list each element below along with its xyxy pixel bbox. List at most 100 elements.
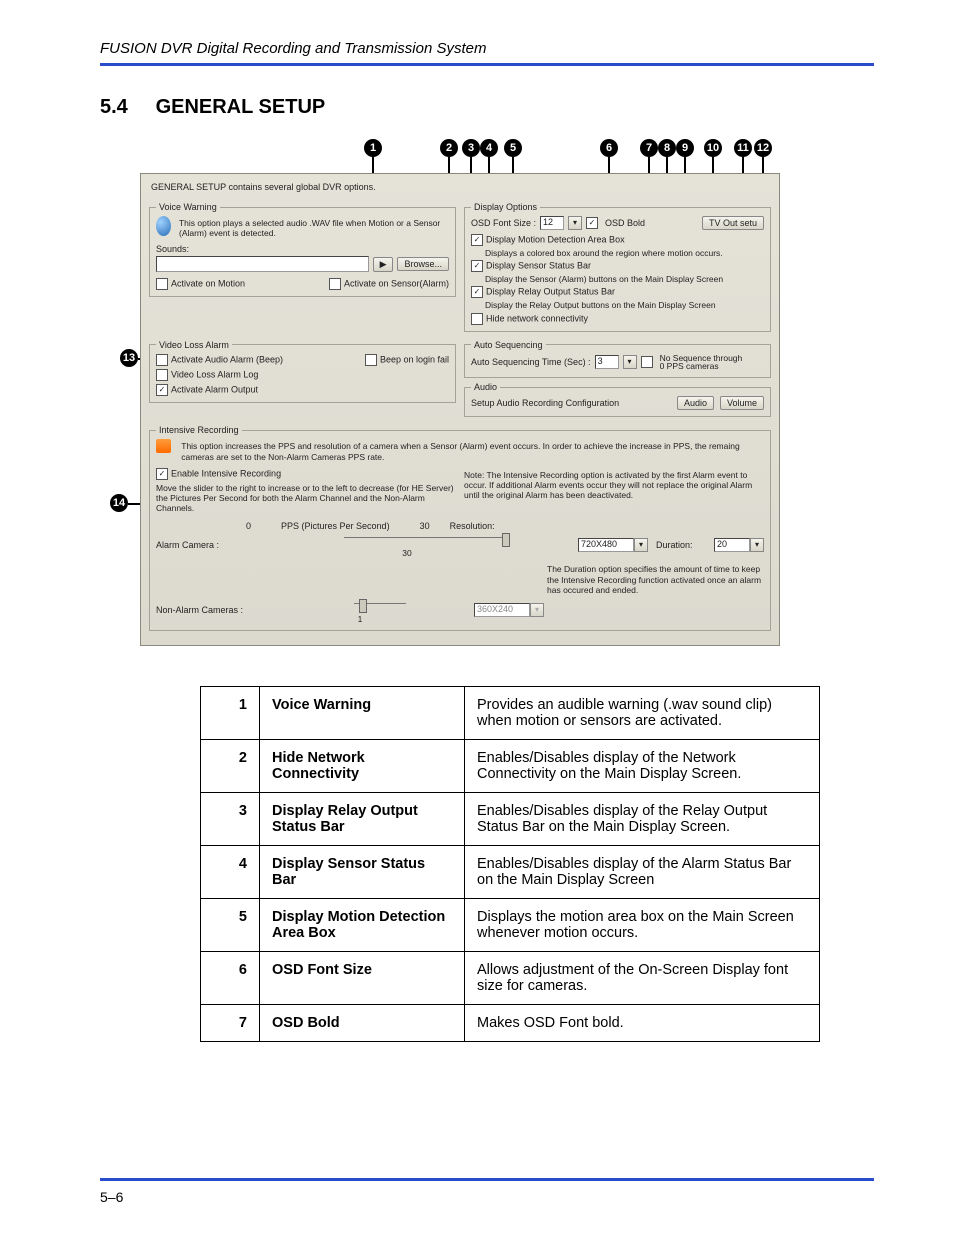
activate-motion-check[interactable] [156,278,168,290]
auto-seq-dropdown[interactable]: ▾ [623,355,637,369]
row-desc: Displays the motion area box on the Main… [465,898,820,951]
non-alarm-slider[interactable] [354,603,406,614]
callout-row: 1 2 3 4 5 6 7 8 9 10 11 12 [100,139,874,167]
pps-0: 0 [246,521,251,531]
non-val: 1 [254,614,466,624]
description-table: 1Voice WarningProvides an audible warnin… [200,686,820,1042]
auto-seq-input[interactable]: 3 [595,355,619,369]
audio-setup-label: Setup Audio Recording Configuration [471,398,619,408]
osd-font-dropdown[interactable]: ▾ [568,216,582,230]
vl-audio-check[interactable] [156,354,168,366]
no-seq-l2: 0 PPS cameras [660,361,719,371]
hide-net-check[interactable] [471,313,483,325]
no-seq-check[interactable] [641,356,653,368]
callout-1: 1 [364,139,382,157]
osd-bold-label: OSD Bold [605,218,645,228]
alarm-res-input[interactable]: 720X480 [578,538,634,552]
res-label: Resolution: [450,521,495,531]
motion-box-check[interactable] [471,234,483,246]
voice-warning-legend: Voice Warning [156,202,220,212]
enable-intensive-check[interactable] [156,468,168,480]
row-term: OSD Font Size [260,951,465,1004]
table-row: 2Hide Network ConnectivityEnables/Disabl… [201,739,820,792]
figure-area: 1 2 3 4 5 6 7 8 9 10 11 12 13 [100,139,874,646]
video-loss-group: Video Loss Alarm Activate Audio Alarm (B… [149,340,456,403]
intensive-legend: Intensive Recording [156,425,242,435]
row-desc: Makes OSD Font bold. [465,1004,820,1041]
row-num: 7 [201,1004,260,1041]
callout-14: 14 [110,494,128,512]
vl-login-check[interactable] [365,354,377,366]
sound-path-input[interactable] [156,256,369,272]
header-rule [100,63,874,66]
alarm-cam-label: Alarm Camera : [156,540,236,550]
general-setup-dialog: GENERAL SETUP contains several global DV… [140,173,780,646]
section-heading: 5.4 GENERAL SETUP [100,96,874,119]
duration-input[interactable]: 20 [714,538,750,552]
row-num: 1 [201,686,260,739]
osd-font-input[interactable]: 12 [540,216,564,230]
auto-seq-group: Auto Sequencing Auto Sequencing Time (Se… [464,340,771,379]
callout-7: 7 [640,139,658,157]
osd-bold-check[interactable] [586,217,598,229]
motion-box-desc: Displays a colored box around the region… [485,248,764,258]
relay-bar-desc: Display the Relay Output buttons on the … [485,300,764,310]
vl-log-label: Video Loss Alarm Log [171,369,258,379]
vl-log-check[interactable] [156,369,168,381]
non-alarm-label: Non-Alarm Cameras : [156,605,246,615]
row-desc: Enables/Disables display of the Relay Ou… [465,792,820,845]
vl-output-label: Activate Alarm Output [171,384,258,394]
hide-net-label: Hide network connectivity [486,313,588,323]
alarm-res-dd[interactable]: ▾ [634,538,648,552]
row-num: 6 [201,951,260,1004]
callout-12: 12 [754,139,772,157]
relay-bar-label: Display Relay Output Status Bar [486,287,615,297]
running-header: FUSION DVR Digital Recording and Transmi… [100,40,874,57]
slider-hint: Move the slider to the right to increase… [156,483,456,514]
sensor-bar-check[interactable] [471,260,483,272]
audio-button[interactable]: Audio [677,396,714,410]
video-loss-legend: Video Loss Alarm [156,340,232,350]
section-title: GENERAL SETUP [156,96,326,118]
voice-warning-desc: This option plays a selected audio .WAV … [179,218,449,238]
row-term: Hide Network Connectivity [260,739,465,792]
play-button[interactable]: ▶ [373,257,394,272]
relay-bar-check[interactable] [471,286,483,298]
row-term: Voice Warning [260,686,465,739]
vl-output-check[interactable] [156,384,168,396]
callout-11: 11 [734,139,752,157]
table-row: 5Display Motion Detection Area BoxDispla… [201,898,820,951]
row-desc: Allows adjustment of the On-Screen Displ… [465,951,820,1004]
non-res-input: 360X240 [474,603,530,617]
row-num: 2 [201,739,260,792]
tvout-button[interactable]: TV Out setu [702,216,764,230]
table-row: 3Display Relay Output Status BarEnables/… [201,792,820,845]
row-num: 5 [201,898,260,951]
voice-warning-group: Voice Warning This option plays a select… [149,202,456,297]
duration-note: The Duration option specifies the amount… [547,564,764,595]
duration-dd[interactable]: ▾ [750,538,764,552]
non-res-dd: ▾ [530,603,544,617]
callout-10: 10 [704,139,722,157]
alarm-slider[interactable] [344,537,510,548]
callout-5: 5 [504,139,522,157]
activate-motion-label: Activate on Motion [171,279,245,289]
globe-icon [156,216,171,236]
audio-legend: Audio [471,382,500,392]
intensive-group: Intensive Recording This option increase… [149,425,771,631]
activate-sensor-check[interactable] [329,278,341,290]
auto-seq-legend: Auto Sequencing [471,340,546,350]
duration-label: Duration: [656,540,706,550]
sounds-label: Sounds: [156,244,449,254]
osd-font-label: OSD Font Size : [471,218,536,228]
row-term: OSD Bold [260,1004,465,1041]
display-options-legend: Display Options [471,202,540,212]
row-desc: Provides an audible warning (.wav sound … [465,686,820,739]
browse-button[interactable]: Browse... [397,257,449,271]
alarm-val: 30 [244,548,570,558]
volume-button[interactable]: Volume [720,396,764,410]
row-num: 4 [201,845,260,898]
vl-login-label: Beep on login fail [380,354,449,364]
table-row: 7OSD BoldMakes OSD Font bold. [201,1004,820,1041]
callout-2: 2 [440,139,458,157]
